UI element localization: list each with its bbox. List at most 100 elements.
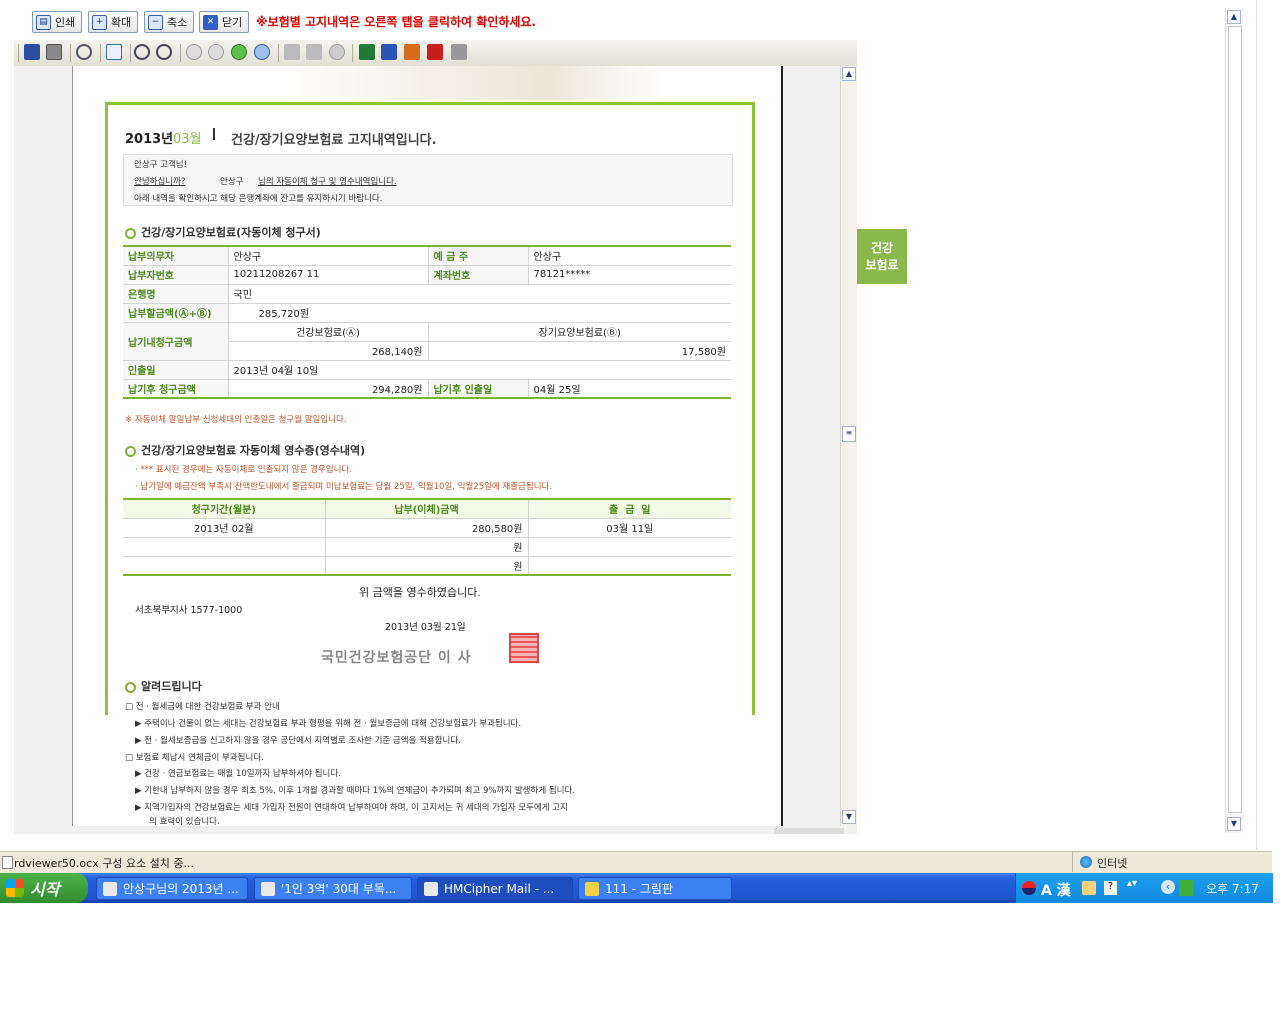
zoom-in-button[interactable]: + 확대 [88, 11, 138, 33]
issue-date: 2013년 03월 21일 [385, 622, 466, 633]
scroll-down-icon[interactable]: ▼ [1227, 817, 1241, 831]
late-withdraw-value: 04월 25일 [528, 379, 731, 399]
korean-flag-icon[interactable] [1022, 881, 1036, 895]
status-text: rdviewer50.ocx 구성 요소 설치 중... [14, 857, 195, 870]
globe-icon [1080, 856, 1092, 868]
greeting-line1: 안상구 고객님! [134, 160, 188, 170]
notice-item: ▶ 지역가입자의 건강보험료는 세대 가입자 전원이 연대하여 납부하여야 하며… [135, 803, 568, 813]
print-button[interactable]: ▤ 인쇄 [32, 11, 82, 33]
taskbar-item[interactable]: '1인 3역' 30대 부목... [254, 877, 412, 900]
document-page: 2013년 03월 건강/장기요양보험료 고지내역입니다. 안상구 고객님! 안… [72, 66, 783, 827]
period-cell [123, 556, 326, 576]
notice-item: □ 전 · 월세금에 대한 건강보험료 부과 안내 [125, 702, 280, 712]
stop-icon[interactable] [329, 44, 345, 60]
payer-no-value: 10211208267 11 [228, 265, 429, 285]
date-header: 출 금 일 [528, 499, 731, 519]
table-row: 납기내청구금액 건강보험료(Ⓐ) 장기요양보험료(Ⓑ) [123, 322, 731, 361]
greeting-link[interactable]: 님의 자동이체 청구 및 영수내역입니다. [258, 175, 397, 187]
table-row: 납부의무자 안상구 예 금 주 안상구 [123, 246, 731, 266]
health-insurance-tab[interactable]: 건강 보험료 [857, 229, 907, 284]
zoom-out-button[interactable]: − 축소 [144, 11, 194, 33]
period-header: 청구기간(월분) [123, 499, 326, 519]
billing-table: 납부의무자 안상구 예 금 주 안상구 납부자번호 10211208267 11… [123, 245, 731, 399]
clock[interactable]: 오후 7:17 [1206, 880, 1259, 897]
pdf-icon[interactable] [427, 44, 443, 60]
system-tray: A 漢 ? ▴▾ ‹ 오후 7:17 [1015, 873, 1273, 903]
title-divider [213, 128, 215, 140]
section1-title: 건강/장기요양보험료(자동이체 청구서) [125, 224, 321, 240]
zoom-out-icon[interactable] [156, 44, 172, 60]
taskbar-item[interactable]: 111 - 그림판 [578, 877, 732, 900]
printer-icon: ▤ [36, 14, 51, 30]
document-viewer: 2013년 03월 건강/장기요양보험료 고지내역입니다. 안상구 고객님! 안… [14, 66, 857, 834]
ime-indicator[interactable]: A 漢 [1041, 880, 1071, 900]
scroll-down-icon[interactable]: ▼ [842, 810, 856, 824]
table-row: 납기후 청구금액 294,280원 납기후 인출일 04월 25일 [123, 379, 731, 399]
depositor-value: 안상구 [528, 246, 731, 266]
date-cell: 03월 11일 [528, 518, 731, 538]
ie-icon [424, 881, 438, 896]
bullet-icon [125, 445, 136, 457]
save-icon[interactable] [24, 44, 40, 60]
expand-tray-icon[interactable]: ‹ [1161, 880, 1175, 894]
close-button[interactable]: ✕ 닫기 [199, 11, 249, 33]
section3-title: 알려드립니다 [125, 678, 202, 694]
toolbar-divider [180, 44, 181, 62]
page-next-icon[interactable] [306, 44, 322, 60]
help-icon[interactable]: ? [1104, 881, 1117, 895]
print-icon[interactable] [46, 44, 62, 60]
scroll-up-icon[interactable]: ▲ [1227, 10, 1241, 24]
official-seal-stamp [509, 633, 539, 663]
scroll-thumb[interactable]: ≡ [842, 426, 856, 442]
withdraw-label: 인출일 [123, 360, 229, 380]
tree-icon[interactable] [106, 44, 122, 60]
late-amount-label: 납기후 청구금액 [123, 379, 229, 399]
notice-item: ▶ 주택이나 건물이 없는 세대는 건강보험료 부과 형평을 위해 전 · 월보… [135, 719, 522, 729]
browser-scrollbar[interactable] [1256, 0, 1272, 850]
zoom-out-icon: − [148, 14, 163, 30]
excel-icon[interactable] [359, 44, 375, 60]
page-indicator [774, 828, 844, 834]
depositor-label: 예 금 주 [428, 246, 529, 266]
ime-tool-icon[interactable] [1082, 881, 1096, 895]
tray-arrows-icon[interactable]: ▴▾ [1127, 879, 1137, 896]
word-icon[interactable] [381, 44, 397, 60]
search-icon[interactable] [76, 44, 92, 60]
notice-item: □ 보험료 체납시 연체금이 부과됩니다. [125, 753, 264, 763]
header-banner-image [283, 66, 663, 100]
toolbar-divider [130, 44, 131, 62]
viewer-scrollbar[interactable]: ▲ ≡ ▼ [840, 66, 857, 826]
ie-icon [261, 881, 275, 896]
receipt-confirm-text: 위 금액을 영수하였습니다. [359, 586, 481, 599]
late-amount-value: 294,280원 [228, 379, 429, 399]
date-cell [528, 556, 731, 576]
table-row: 인출일 2013년 04월 10일 [123, 360, 731, 380]
scroll-thumb[interactable] [1228, 26, 1242, 813]
health-label: 건강보험료(Ⓐ) [228, 322, 429, 342]
scroll-up-icon[interactable]: ▲ [842, 67, 856, 81]
taskbar-item[interactable]: 안상구님의 2013년 ... [96, 877, 248, 900]
page-scrollbar[interactable]: ▲ ▼ [1225, 8, 1243, 833]
page-prev-icon[interactable] [284, 44, 300, 60]
bullet-icon [125, 227, 136, 239]
prev-page-icon[interactable] [208, 44, 224, 60]
ie-icon [103, 881, 117, 896]
top-button-bar: ▤ 인쇄 + 확대 − 축소 ✕ 닫기 ※보험별 고지내역은 오른쪽 탭을 클릭… [0, 0, 1225, 40]
notice-item: ▶ 건강 · 연금보험료는 매월 10일까지 납부하셔야 됩니다. [135, 769, 341, 779]
greeting-box: 안상구 고객님! 안녕하십니까? 안상구 님의 자동이체 청구 및 영수내역입니… [123, 154, 733, 206]
first-page-icon[interactable] [186, 44, 202, 60]
next-page-icon[interactable] [231, 44, 247, 60]
table-row: 은행명 국민 [123, 284, 731, 304]
account-value: 78121***** [528, 265, 731, 285]
export-icon[interactable] [451, 44, 467, 60]
zoom-in-icon[interactable] [134, 44, 150, 60]
health-value: 268,140원 [228, 341, 429, 361]
amount-cell: 원 [325, 537, 529, 557]
powerpoint-icon[interactable] [404, 44, 420, 60]
last-page-icon[interactable] [254, 44, 270, 60]
ltc-value: 17,580원 [428, 341, 731, 361]
taskbar-item[interactable]: HMCipher Mail - ... [417, 877, 573, 900]
start-button[interactable]: 시작 [0, 873, 88, 903]
toolbar-divider [18, 44, 19, 62]
security-app-icon[interactable] [1179, 880, 1193, 896]
